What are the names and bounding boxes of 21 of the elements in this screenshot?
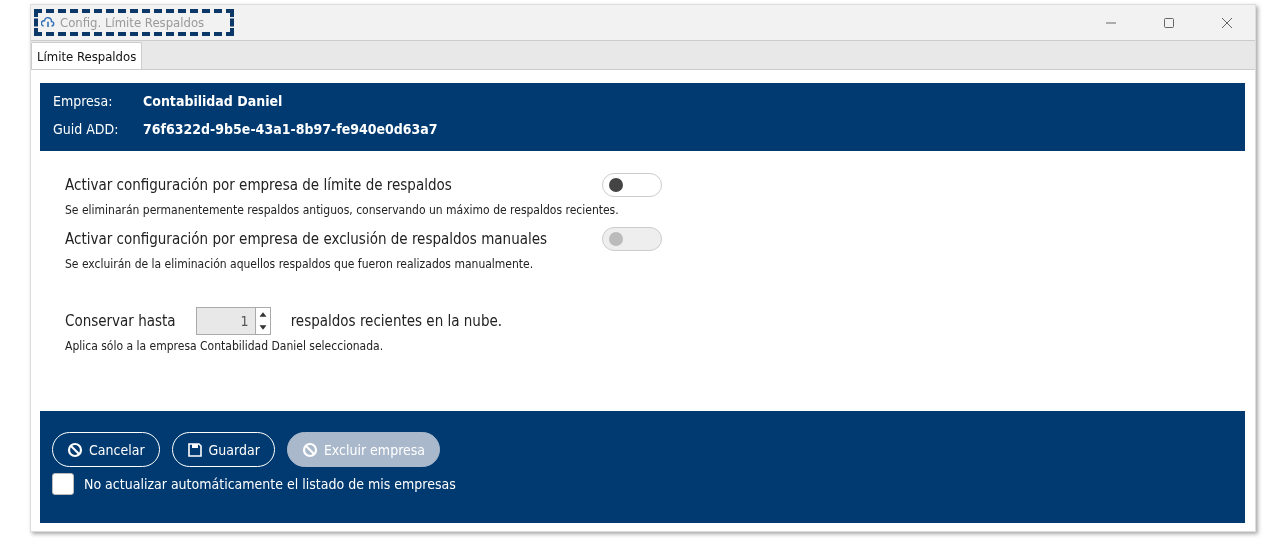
checkbox-label[interactable]: No actualizar automáticamente el listado de mis empresas [84, 476, 456, 492]
close-icon[interactable] [1221, 16, 1233, 29]
keep-hint: Aplica sólo a la empresa Contabilidad Daniel seleccionada. [65, 339, 385, 353]
keep-label: Conservar hasta [65, 312, 176, 330]
cloud-icon [41, 17, 55, 28]
prohibited-icon [301, 441, 318, 458]
keep-suffix: respaldos recientes en la nube. [290, 312, 503, 330]
setting-label: Activar configuración por empresa de exclusión de respaldos manuales [65, 230, 549, 248]
toggle-switch[interactable] [602, 173, 662, 197]
prohibited-icon [67, 441, 83, 458]
setting-hint: Se eliminarán permanentemente respaldos antiguos, conservando un máximo de respaldos recientes. [65, 203, 620, 217]
header-label: Empresa: [53, 93, 114, 109]
setting-label: Activar configuración por empresa de límite de respaldos [65, 176, 453, 194]
setting-hint: Se excluirán de la eliminación aquellos respaldos que fueron realizados manualmente. [65, 257, 535, 271]
checkbox[interactable] [52, 473, 74, 495]
header-label: Guid ADD: [53, 121, 120, 137]
tab[interactable]: Límite Respaldos [31, 42, 143, 69]
maximize-icon[interactable] [1163, 16, 1175, 29]
window-title: Config. Límite Respaldos [60, 15, 205, 30]
header-value: Contabilidad Daniel [143, 93, 283, 109]
header-value: 76f6322d-9b5e-43a1-8b97-fe940e0d63a7 [143, 121, 438, 137]
